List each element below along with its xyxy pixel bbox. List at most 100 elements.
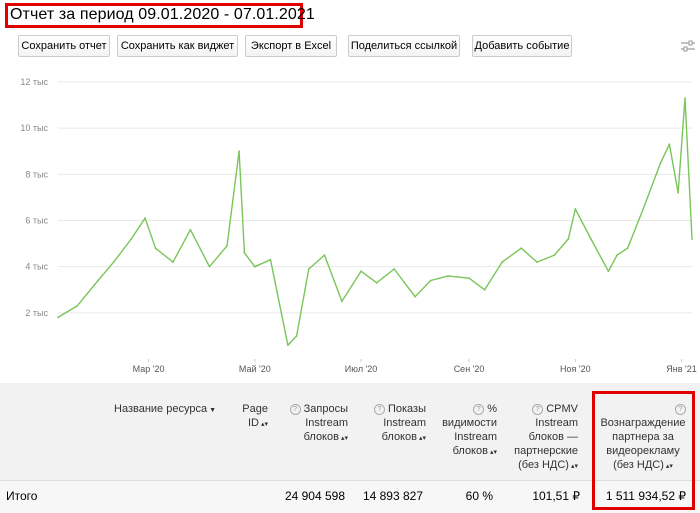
y-tick-label: 12 тыс <box>20 77 48 87</box>
data-point <box>360 270 362 273</box>
data-point <box>616 254 619 257</box>
data-point <box>677 191 679 194</box>
x-tick-label: Мар '20 <box>133 364 165 374</box>
header-line: видимости <box>442 417 497 429</box>
line-chart: 2 тыс 4 тыс 6 тыс 8 тыс 10 тыс 12 тыс Мар '20 М… <box>0 62 700 380</box>
data-point <box>189 228 192 231</box>
data-point <box>253 265 256 268</box>
data-point <box>287 344 289 347</box>
data-point <box>447 275 450 277</box>
header-line: блоков ▴▾ <box>452 445 497 457</box>
data-point <box>691 238 693 240</box>
data-point <box>154 247 157 250</box>
totals-label: Итого <box>6 489 38 503</box>
add-event-button[interactable]: Добавить событие <box>472 35 572 57</box>
header-line: Instream <box>535 417 578 429</box>
help-icon: ? <box>532 404 544 415</box>
data-point <box>208 265 211 268</box>
sort-desc-icon[interactable]: ▼ <box>209 407 216 414</box>
data-point <box>243 251 246 254</box>
data-point <box>642 208 645 210</box>
sort-icon: ▴▾ <box>340 435 348 442</box>
header-line: Instream <box>305 417 348 429</box>
data-point <box>414 295 416 298</box>
totals-requests: 24 904 598 <box>284 489 345 503</box>
totals-cpmv: 101,51 ₽ <box>532 489 580 503</box>
data-point <box>307 268 310 270</box>
share-link-button[interactable]: Поделиться ссылкой <box>348 35 460 57</box>
save-report-button[interactable]: Сохранить отчет <box>18 35 110 57</box>
save-widget-button[interactable]: Сохранить как виджет <box>117 35 238 57</box>
data-point <box>520 247 523 250</box>
data-point <box>112 261 115 263</box>
report-title: Отчет за период 09.01.2020 - 07.01.2021 <box>10 6 315 23</box>
data-point <box>375 281 378 284</box>
help-icon: ? <box>289 404 301 415</box>
data-point <box>130 238 133 240</box>
header-line: ?% <box>440 402 497 416</box>
header-line: блоков — <box>528 431 578 443</box>
data-point <box>553 254 556 257</box>
sort-icon: ▴▾ <box>570 463 578 470</box>
chart-svg: 2 тыс 4 тыс 6 тыс 8 тыс 10 тыс 12 тыс Мар '20 М… <box>20 77 696 374</box>
sort-icon: ▴▾ <box>489 449 497 456</box>
header-line: блоков ▴▾ <box>303 431 348 443</box>
data-point <box>393 268 396 270</box>
header-visibility[interactable]: ?% видимости Instream блоков ▴▾ <box>440 402 497 460</box>
data-point <box>323 254 326 257</box>
y-tick-label: 2 тыс <box>25 308 48 318</box>
data-point <box>429 279 432 282</box>
export-excel-button[interactable]: Экспорт в Excel <box>245 35 337 57</box>
data-point <box>501 261 504 263</box>
data-point <box>536 261 538 263</box>
data-point <box>607 270 610 273</box>
data-point <box>626 247 629 250</box>
data-point <box>295 335 298 337</box>
data-point <box>269 258 272 261</box>
header-line: Page <box>242 403 268 415</box>
totals-shows: 14 893 827 <box>362 489 423 503</box>
totals-visibility: 60 % <box>465 489 493 503</box>
x-tick-label: Сен '20 <box>454 364 485 374</box>
header-line: Instream <box>454 431 497 443</box>
data-point <box>341 300 343 303</box>
data-point <box>57 316 59 319</box>
data-point <box>144 217 146 220</box>
help-icon: ? <box>373 404 385 415</box>
header-line: ID ▴▾ <box>247 417 268 429</box>
settings-sliders-icon[interactable] <box>680 38 696 54</box>
header-line: блоков ▴▾ <box>381 431 426 443</box>
data-point <box>483 288 486 291</box>
reward-highlight-box <box>592 391 695 510</box>
data-point <box>684 97 686 100</box>
data-point <box>76 305 79 307</box>
sort-icon: ▴▾ <box>260 421 268 428</box>
header-line: ? Показы <box>368 402 426 416</box>
data-point <box>668 143 671 146</box>
header-requests[interactable]: ? Запросы Instream блоков ▴▾ <box>285 402 348 446</box>
data-point <box>238 150 241 153</box>
data-point <box>468 277 470 280</box>
y-tick-label: 10 тыс <box>20 123 48 133</box>
data-point <box>590 238 592 240</box>
data-point <box>574 208 577 210</box>
data-point <box>172 261 174 263</box>
y-tick-label: 4 тыс <box>25 262 48 272</box>
header-line: партнерские <box>514 445 578 457</box>
y-tick-label: 8 тыс <box>25 169 48 179</box>
header-shows[interactable]: ? Показы Instream блоков ▴▾ <box>368 402 426 446</box>
x-tick-label: Янв '21 <box>666 364 696 374</box>
header-resource-name[interactable]: Название ресурса ▼ <box>108 402 216 418</box>
data-point <box>659 161 662 164</box>
header-page-id[interactable]: Page ID ▴▾ <box>228 402 268 432</box>
x-tick-label: Ноя '20 <box>560 364 591 374</box>
sort-icon: ▴▾ <box>418 435 426 442</box>
series-line <box>57 97 693 346</box>
header-line: ? CPMV <box>506 402 578 416</box>
y-tick-label: 6 тыс <box>25 216 48 226</box>
data-point <box>567 238 570 240</box>
header-line: ? Запросы <box>285 402 348 416</box>
x-tick-label: Май '20 <box>239 364 271 374</box>
header-line: (без НДС) ▴▾ <box>518 459 578 471</box>
header-cpmv[interactable]: ? CPMV Instream блоков — партнерские (без… <box>506 402 578 474</box>
